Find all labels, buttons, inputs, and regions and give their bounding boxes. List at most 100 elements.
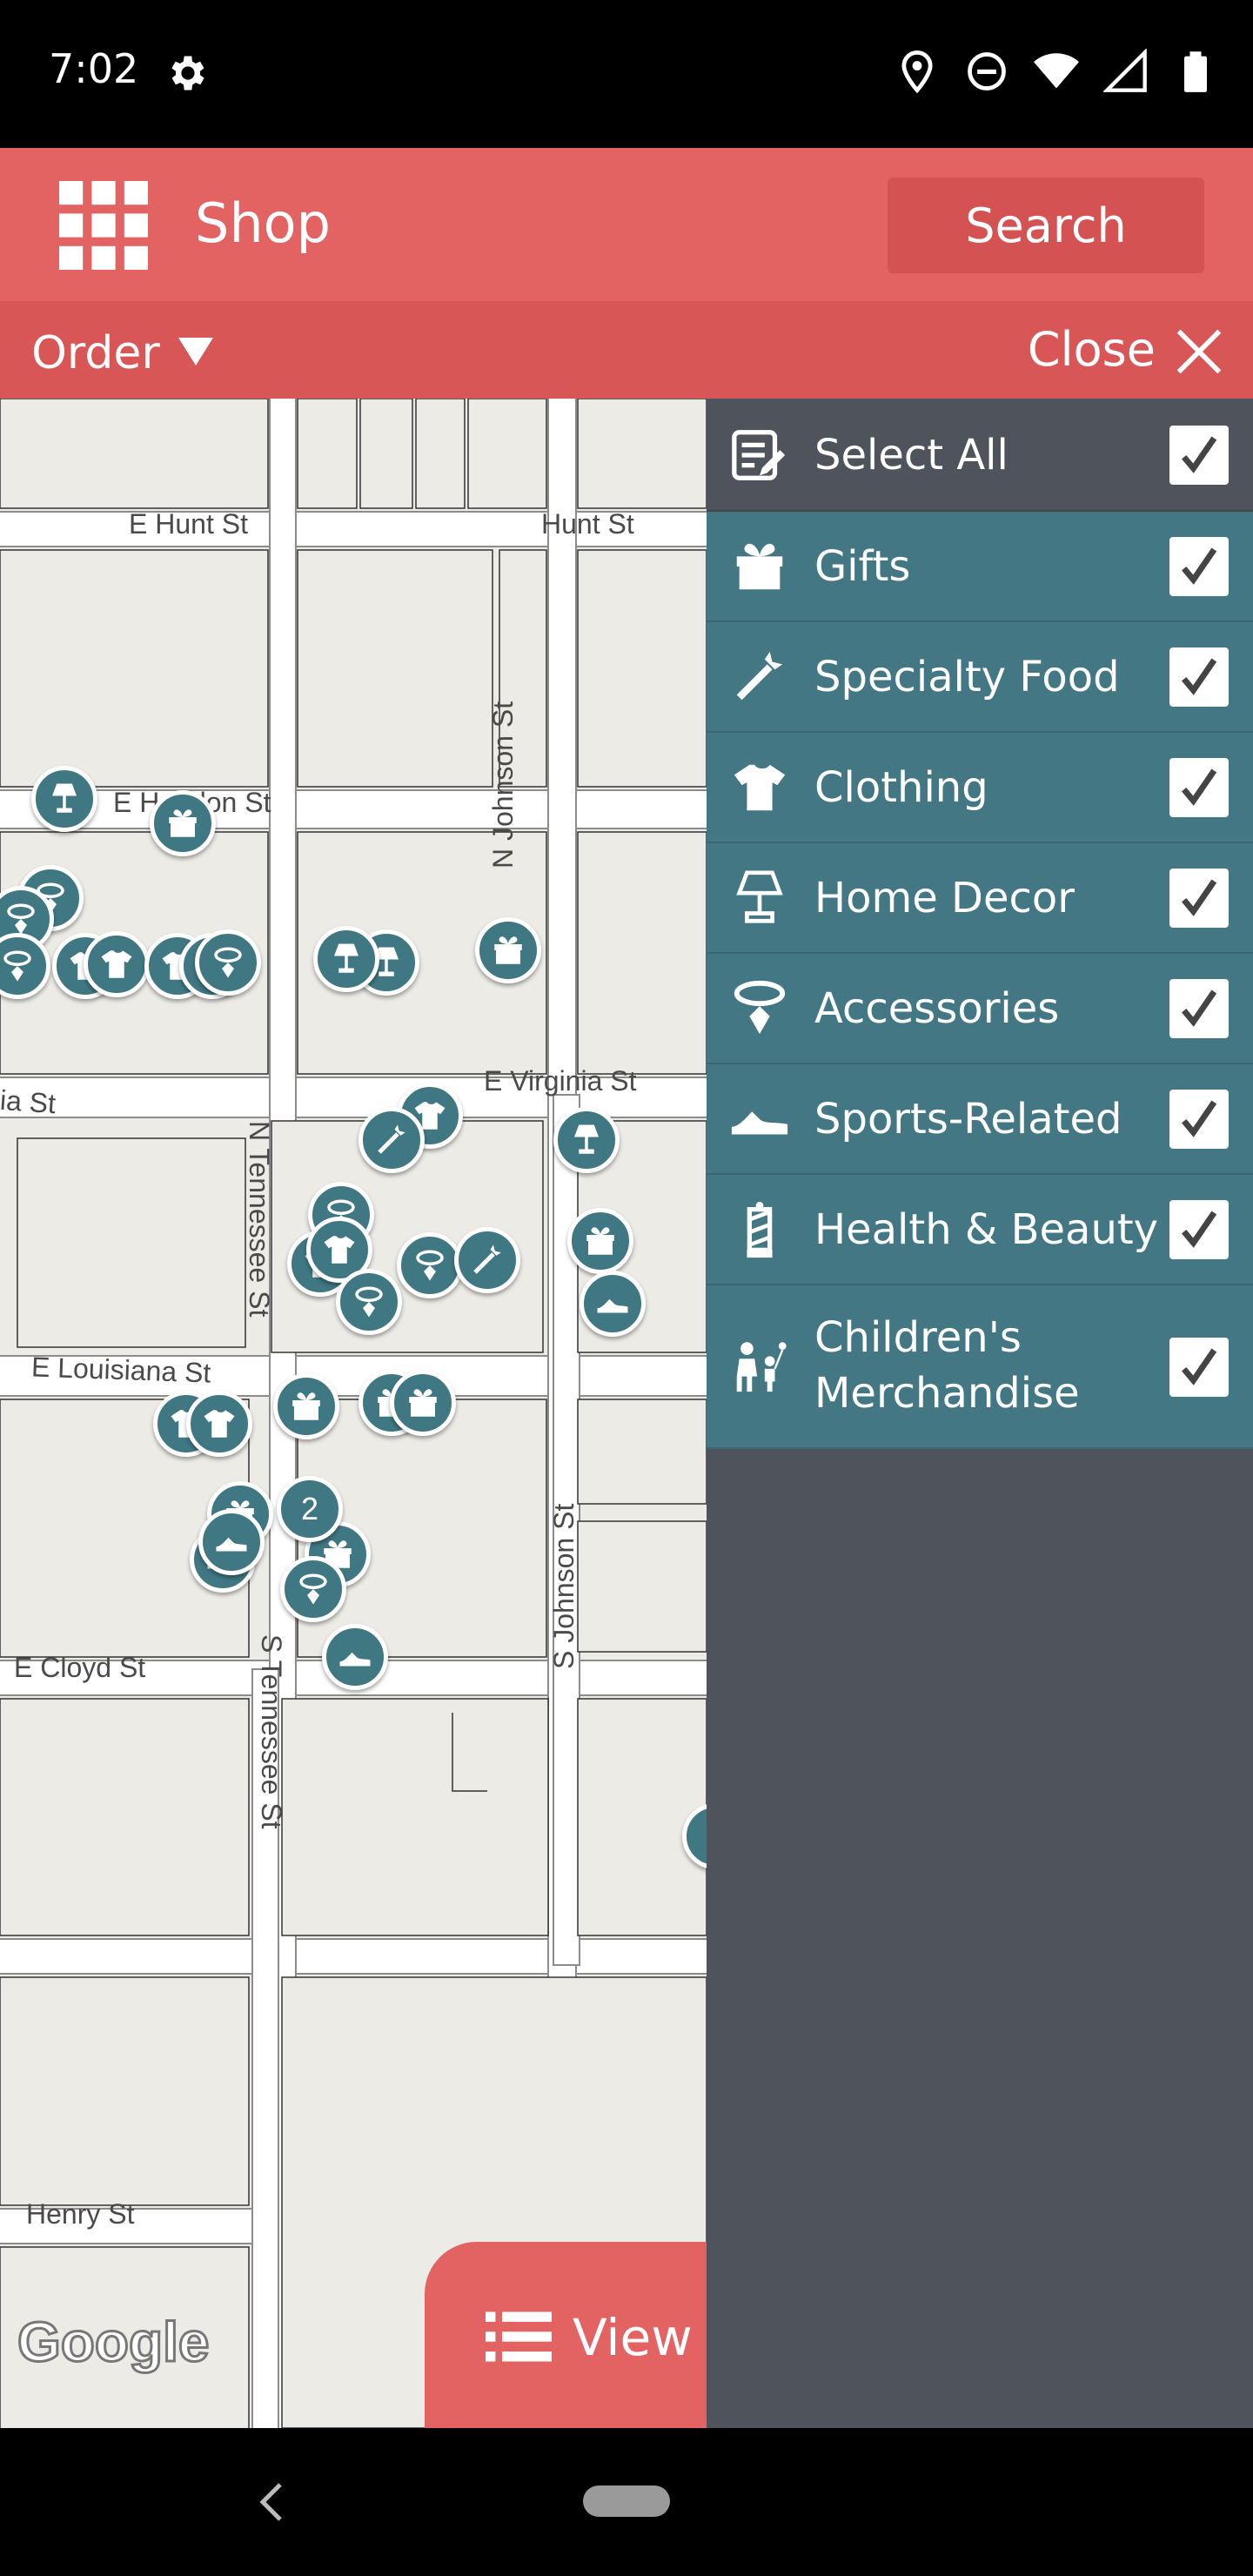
category-row-clothing[interactable]: Clothing	[707, 733, 1253, 843]
category-row-accessories[interactable]: Accessories	[707, 954, 1253, 1064]
category-label: Specialty Food	[814, 653, 1120, 701]
carrot-icon	[736, 651, 783, 701]
gift-icon	[736, 543, 783, 590]
list-icon	[486, 2311, 552, 2362]
checkmark-icon	[1182, 879, 1217, 916]
map-pin-clothing[interactable]	[186, 1391, 252, 1457]
system-nav-bar	[0, 2428, 1253, 2576]
family-icon	[736, 1342, 787, 1392]
battery-icon	[1184, 51, 1207, 92]
category-label: Gifts	[814, 542, 911, 591]
category-row-sports-related[interactable]: Sports-Related	[707, 1064, 1253, 1175]
wifi-icon	[1034, 53, 1079, 89]
category-checkbox[interactable]	[1169, 537, 1229, 596]
category-label: Sports-Related	[814, 1095, 1122, 1144]
caret-down-icon[interactable]	[178, 338, 214, 366]
map-streets	[0, 399, 707, 2428]
map-pin-food[interactable]	[454, 1227, 520, 1293]
street-label: Henry St	[26, 2198, 135, 2230]
status-time: 7:02	[49, 45, 139, 92]
map-pin-home-decor[interactable]	[31, 766, 97, 832]
search-button[interactable]: Search	[888, 178, 1204, 273]
street-label: N Tennessee St	[244, 1121, 275, 1318]
street-label: E Hunt St	[129, 508, 248, 540]
map-pin-gift[interactable]	[567, 1208, 633, 1274]
map-pin-gift[interactable]	[150, 790, 216, 856]
select-all-row[interactable]: Select All	[707, 399, 1253, 512]
view-list-button[interactable]: View L	[425, 2242, 707, 2428]
do-not-disturb-icon	[968, 52, 1006, 91]
select-all-label: Select All	[814, 431, 1008, 480]
map-pin-accessory[interactable]	[397, 1232, 463, 1298]
cluster-count: 2	[300, 1491, 319, 1526]
sneaker-icon	[731, 1111, 788, 1135]
view-list-label: View L	[573, 2308, 707, 2367]
map-pin-home-decor[interactable]	[313, 926, 379, 992]
lamp-icon	[736, 870, 783, 923]
order-dropdown[interactable]: Order	[31, 327, 160, 379]
list-edit-icon	[732, 430, 786, 480]
status-bar: 7:02	[0, 0, 1253, 148]
necklace-icon	[734, 980, 786, 1035]
barber-pole-icon	[747, 1201, 773, 1258]
map-pin-gift[interactable]	[475, 917, 541, 983]
category-label: Clothing	[814, 763, 988, 812]
close-button[interactable]: Close	[1028, 322, 1156, 377]
map-pin-accessory[interactable]	[195, 929, 261, 996]
app-header: Shop Search	[0, 148, 1253, 301]
category-checkbox[interactable]	[1169, 1090, 1229, 1149]
category-checkbox[interactable]	[1169, 1338, 1229, 1397]
map-pin-cluster[interactable]: 2	[277, 1476, 343, 1542]
category-checkbox[interactable]	[1169, 979, 1229, 1038]
category-row-home-decor[interactable]: Home Decor	[707, 843, 1253, 954]
map-pin-clothing[interactable]	[84, 931, 150, 997]
category-row-gifts[interactable]: Gifts	[707, 512, 1253, 622]
street-label: E Cloyd St	[14, 1652, 146, 1683]
category-checkbox[interactable]	[1169, 869, 1229, 928]
map-pin-food[interactable]	[358, 1107, 425, 1173]
checkmark-icon	[1182, 1348, 1217, 1385]
map-pin-sports[interactable]	[580, 1271, 646, 1337]
category-row-health-beauty[interactable]: Health & Beauty	[707, 1175, 1253, 1285]
category-label: Health & Beauty	[814, 1205, 1159, 1254]
map-pin-accessory[interactable]	[336, 1269, 402, 1335]
category-label: Accessories	[814, 984, 1060, 1033]
select-all-checkbox[interactable]	[1169, 426, 1229, 485]
filter-toolbar: Order Close	[0, 301, 1253, 399]
street-label: ia St	[0, 1083, 57, 1120]
back-icon[interactable]	[254, 2480, 289, 2524]
map-pin-sports[interactable]	[198, 1509, 265, 1575]
category-label-line2: Merchandise	[814, 1369, 1080, 1418]
checkmark-icon	[1182, 547, 1217, 585]
map-pin-accessory[interactable]	[280, 1556, 346, 1622]
apps-grid-icon[interactable]	[59, 181, 148, 270]
street-label: Hunt St	[541, 508, 634, 540]
category-filter-panel: Select All Gifts Specialty Food Clothing…	[707, 399, 1253, 2428]
home-pill[interactable]	[583, 2485, 670, 2517]
map-view[interactable]: E Hunt St Hunt St E Hendon St N Johnson …	[0, 399, 707, 2428]
category-label: Home Decor	[814, 874, 1075, 922]
map-pin-gift[interactable]	[273, 1373, 339, 1439]
category-checkbox[interactable]	[1169, 758, 1229, 817]
category-row-childrens-merchandise[interactable]: Children's Merchandise	[707, 1285, 1253, 1449]
category-checkbox[interactable]	[1169, 647, 1229, 707]
signal-icon	[1103, 49, 1147, 92]
street-label: E Louisiana St	[30, 1351, 211, 1389]
close-icon[interactable]	[1175, 327, 1223, 376]
street-label: E Virginia St	[484, 1065, 637, 1097]
checkmark-icon	[1182, 989, 1217, 1027]
category-label-line1: Children's	[814, 1313, 1022, 1362]
map-pin-home-decor[interactable]	[553, 1107, 620, 1173]
location-icon	[901, 50, 933, 94]
google-logo: Google	[16, 2310, 210, 2375]
category-checkbox[interactable]	[1169, 1200, 1229, 1259]
page-title: Shop	[195, 191, 331, 255]
street-label: S Johnson St	[548, 1503, 580, 1669]
street-label: N Johnson St	[487, 701, 519, 869]
checkmark-icon	[1182, 436, 1217, 473]
checkmark-icon	[1182, 658, 1217, 695]
category-row-specialty-food[interactable]: Specialty Food	[707, 622, 1253, 733]
map-pin-gift[interactable]	[390, 1370, 456, 1436]
map-pin-sports[interactable]	[322, 1624, 388, 1690]
tshirt-icon	[734, 764, 786, 811]
